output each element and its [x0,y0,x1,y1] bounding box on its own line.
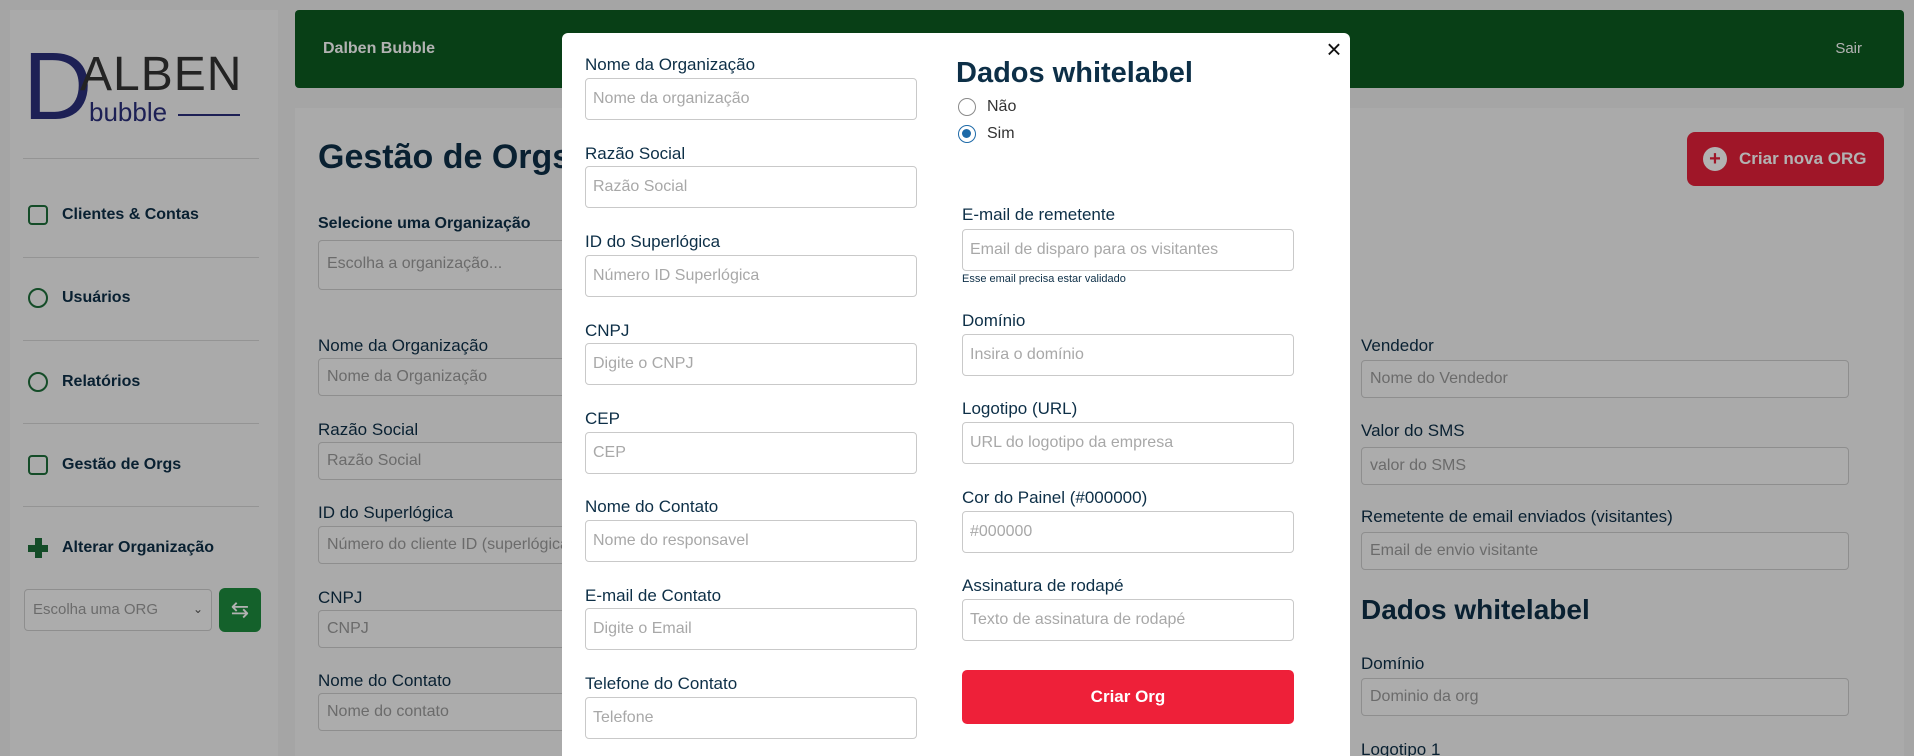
create-org-modal: × Nome da Organização Nome da organizaçã… [562,33,1350,756]
radio-button-checked[interactable] [958,125,976,143]
radio-whitelabel-yes[interactable]: Sim [958,125,1015,143]
field-label: E-mail de remetente [962,205,1116,224]
field-label: Domínio [962,311,1026,330]
field-label: Cor do Painel (#000000) [962,488,1148,507]
radio-button[interactable] [958,98,976,116]
radio-whitelabel-no[interactable]: Não [958,98,1016,116]
field-label: Logotipo (URL) [962,399,1078,418]
radio-label: Não [987,98,1017,115]
logo-url-input[interactable]: URL do logotipo da empresa [962,422,1294,464]
field-label: Nome do Contato [585,497,719,516]
field-label: Razão Social [585,144,686,163]
contact-name-input[interactable]: Nome do responsavel [585,520,917,562]
domain-input[interactable]: Insira o domínio [962,334,1294,376]
field-label: CEP [585,409,620,428]
field-label: ID do Superlógica [585,232,721,251]
whitelabel-title: Dados whitelabel [956,57,1193,89]
radio-label: Sim [987,125,1015,142]
cep-input[interactable]: CEP [585,432,917,474]
footer-signature-input[interactable]: Texto de assinatura de rodapé [962,599,1294,641]
field-label: Telefone do Contato [585,674,738,693]
org-name-input[interactable]: Nome da organização [585,78,917,120]
contact-email-input[interactable]: Digite o Email [585,608,917,650]
superlogica-id-input[interactable]: Número ID Superlógica [585,255,917,297]
field-label: Nome da Organização [585,55,756,74]
panel-color-input[interactable]: #000000 [962,511,1294,553]
razao-social-input[interactable]: Razão Social [585,166,917,208]
close-icon[interactable]: × [1322,36,1346,62]
sender-email-input[interactable]: Email de disparo para os visitantes [962,229,1294,271]
cnpj-input[interactable]: Digite o CNPJ [585,343,917,385]
field-label: Assinatura de rodapé [962,576,1124,595]
sender-email-hint: Esse email precisa estar validado [962,273,1126,285]
field-label: CNPJ [585,321,630,340]
contact-phone-input[interactable]: Telefone [585,697,917,739]
field-label: E-mail de Contato [585,586,722,605]
create-org-submit-button[interactable]: Criar Org [962,670,1294,724]
